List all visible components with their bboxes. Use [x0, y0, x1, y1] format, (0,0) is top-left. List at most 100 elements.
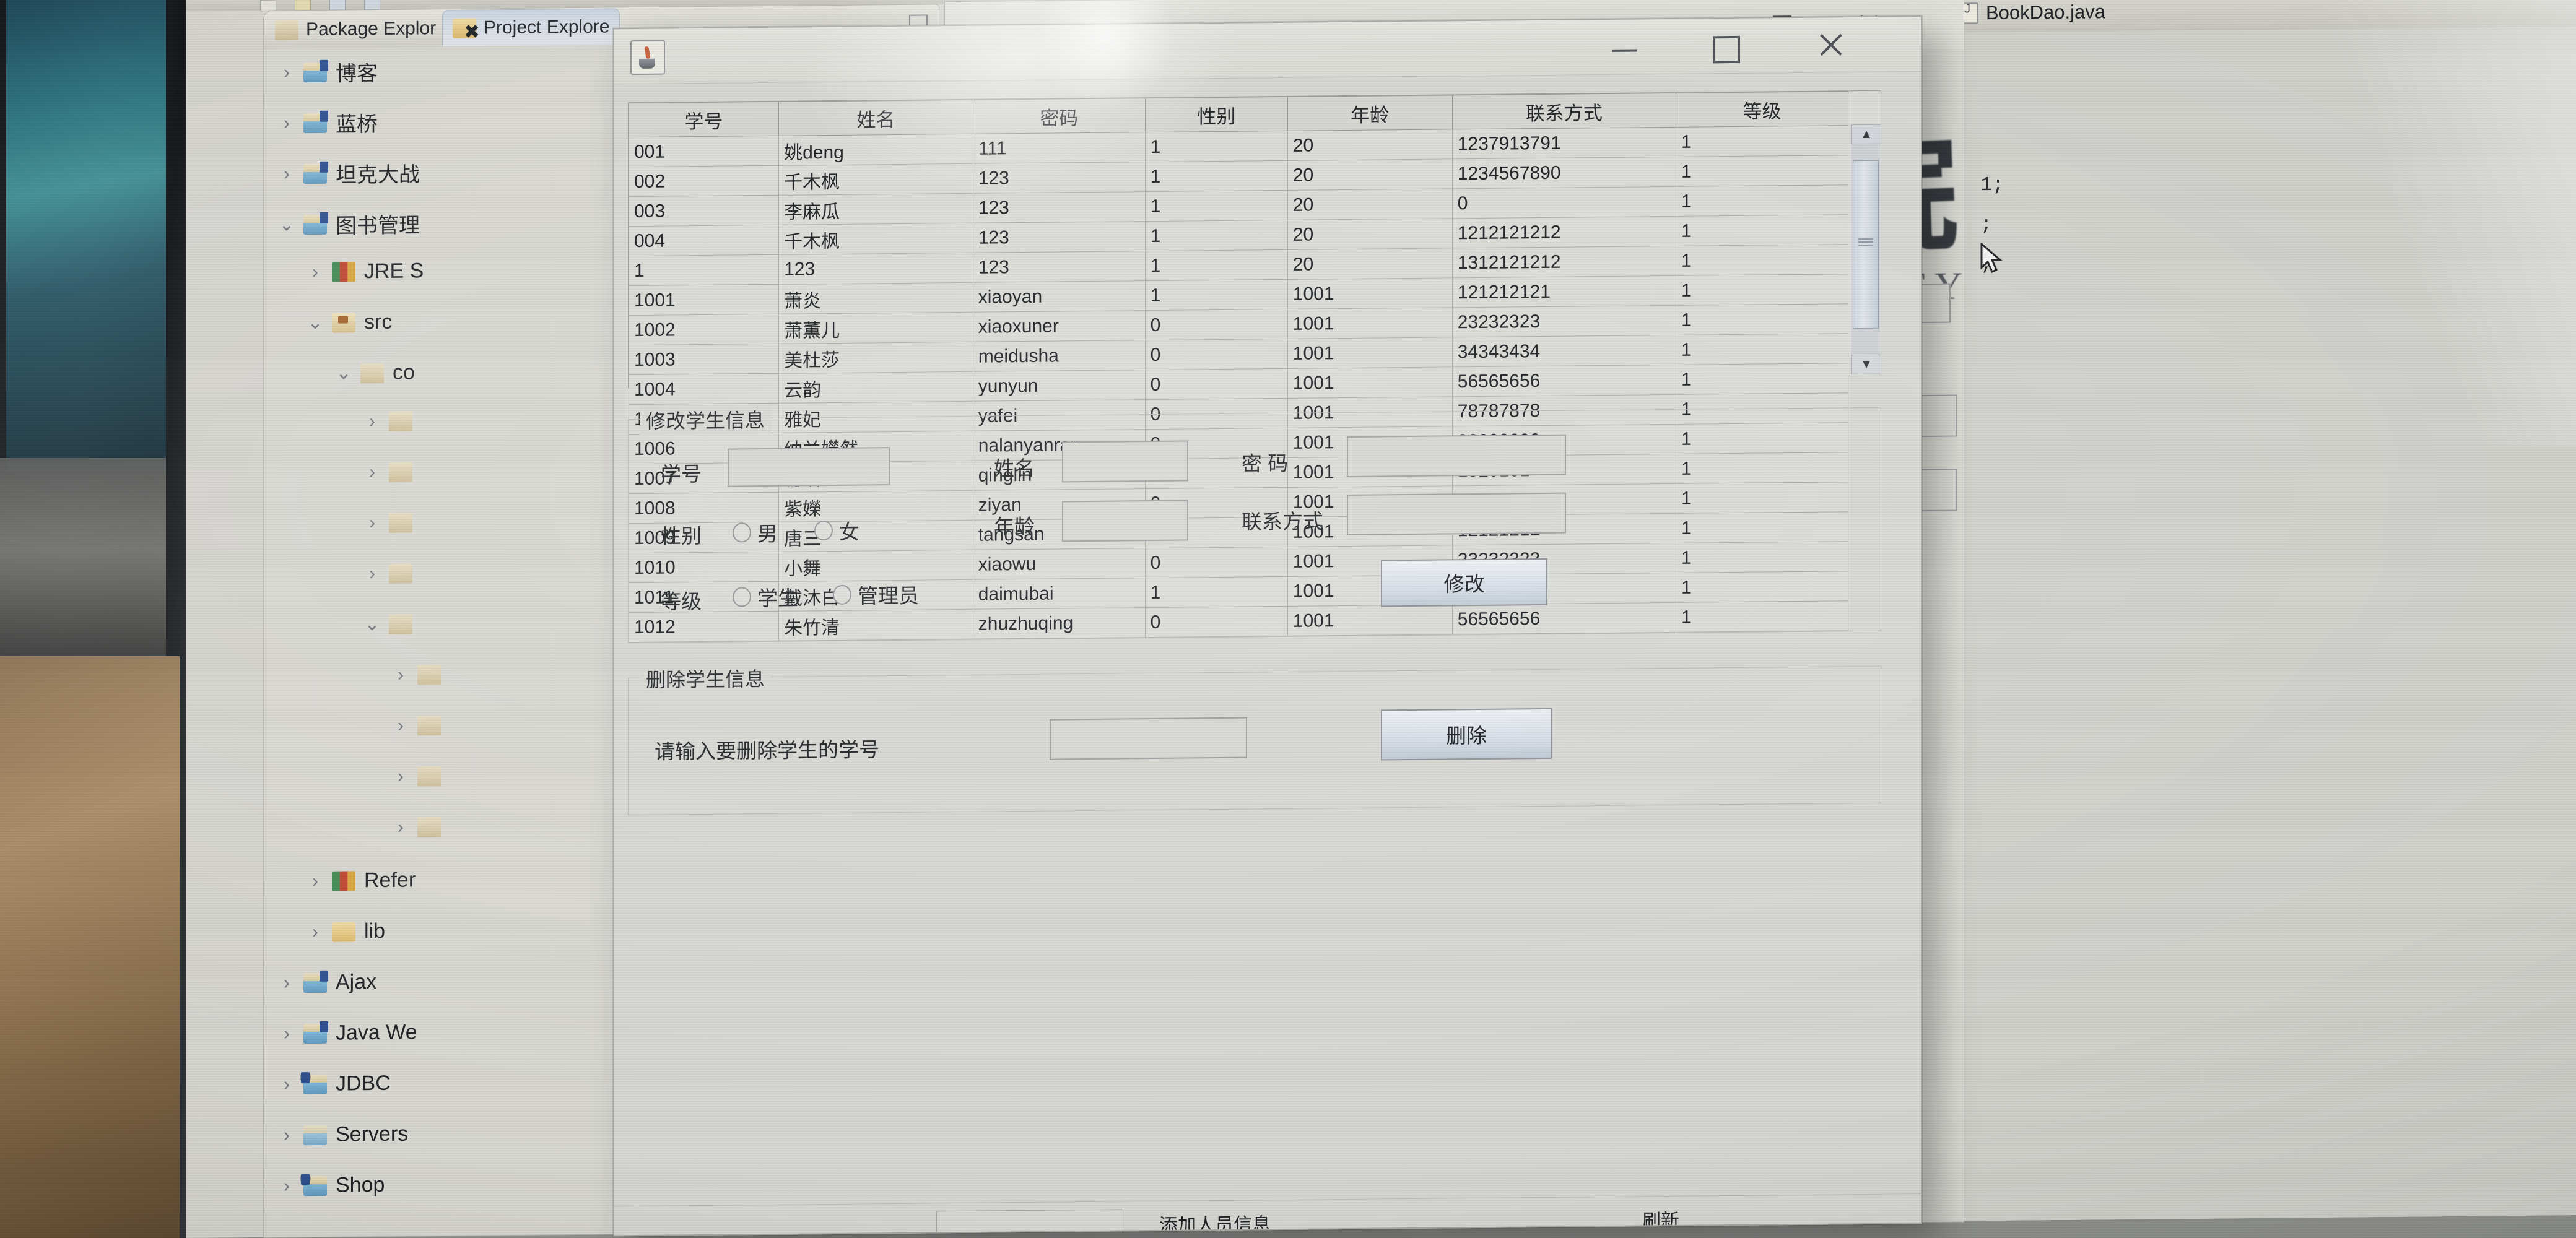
- tree-item--[interactable]: ⌄ 图书管理: [279, 208, 420, 240]
- tree-item-jre-s[interactable]: › JRE S: [307, 259, 424, 284]
- add-student-input[interactable]: [936, 1209, 1123, 1236]
- chevron-icon[interactable]: ›: [279, 163, 295, 184]
- table-cell: 1004: [629, 373, 779, 405]
- table-header-4[interactable]: 年龄: [1287, 95, 1453, 131]
- chevron-icon[interactable]: ›: [307, 870, 323, 891]
- tree-item-node[interactable]: ›: [393, 665, 450, 685]
- chevron-icon[interactable]: ⌄: [279, 214, 295, 235]
- tree-item-refer[interactable]: › Refer: [307, 868, 416, 893]
- student-management-dialog[interactable]: 学号 姓名 密码 性别 年龄 联系方式 等级 001 姚deng 111 1 20 123791379…: [613, 15, 1922, 1237]
- chevron-icon[interactable]: ›: [307, 921, 323, 941]
- chevron-icon[interactable]: ›: [279, 1023, 295, 1044]
- chevron-icon[interactable]: ›: [364, 411, 380, 431]
- table-vertical-scrollbar[interactable]: ▲ ▼: [1851, 124, 1881, 375]
- chevron-icon[interactable]: ›: [393, 766, 409, 787]
- student-contact-label: 联系方式: [1242, 509, 1323, 534]
- toolbar-debug-icon[interactable]: [329, 0, 346, 11]
- edit-student-group: 修改学生信息 学号 姓名 密 码 性别 男 女 年龄 联系方式 等级 学生 管理…: [628, 404, 1881, 644]
- scrollbar-thumb[interactable]: [1853, 160, 1879, 329]
- toolbar-new-icon[interactable]: [260, 0, 276, 11]
- tree-item--[interactable]: › 坦克大战: [279, 157, 420, 189]
- table-cell: 千木枫: [778, 163, 973, 196]
- view-tab-package-explorer[interactable]: Package Explor: [265, 10, 446, 49]
- gender-radio-female[interactable]: 女: [814, 516, 859, 546]
- chevron-icon[interactable]: ⌄: [364, 614, 380, 634]
- tree-item--[interactable]: › 博客: [279, 56, 378, 88]
- radio-icon: [733, 522, 751, 543]
- tree-item-lib[interactable]: › lib: [307, 919, 385, 944]
- tree-item-node[interactable]: ›: [364, 462, 421, 482]
- node-icon: [417, 817, 441, 838]
- table-cell: 20: [1287, 218, 1453, 250]
- tree-item-java-we[interactable]: › Java We: [279, 1020, 417, 1045]
- toolbar-run-icon[interactable]: [364, 0, 380, 11]
- level-radio-admin[interactable]: 管理员: [833, 579, 919, 610]
- table-cell: 萧薫儿: [778, 312, 973, 344]
- package-icon: [360, 363, 384, 383]
- tree-item-node[interactable]: ›: [393, 716, 450, 736]
- gender-radio-male[interactable]: 男: [733, 517, 778, 548]
- refresh-button[interactable]: 刷新: [1642, 1205, 1679, 1233]
- student-table-container[interactable]: 学号 姓名 密码 性别 年龄 联系方式 等级 001 姚deng 111 1 20 123791379…: [628, 90, 1881, 643]
- chevron-icon[interactable]: ›: [279, 1074, 295, 1094]
- chevron-icon[interactable]: ›: [364, 462, 380, 482]
- tree-item-servers[interactable]: › Servers: [279, 1122, 408, 1148]
- delete-student-id-input[interactable]: [1050, 717, 1247, 760]
- modify-button[interactable]: 修改: [1381, 558, 1547, 607]
- dialog-close-button[interactable]: [1809, 31, 1853, 59]
- code-editor[interactable]: 1;;;: [1963, 26, 2576, 1221]
- scroll-up-icon[interactable]: ▲: [1852, 124, 1881, 145]
- level-radio-student[interactable]: 学生: [733, 582, 798, 612]
- student-password-input[interactable]: [1347, 434, 1566, 478]
- dialog-titlebar[interactable]: [614, 17, 1921, 85]
- chevron-icon[interactable]: ›: [279, 1175, 295, 1196]
- editor-tab-bookdao-java[interactable]: BookDao.java: [1949, 0, 2117, 32]
- tree-item-node[interactable]: ›: [393, 817, 450, 838]
- tree-item-src[interactable]: ⌄ src: [307, 310, 392, 335]
- tree-item-co[interactable]: ⌄ co: [336, 360, 415, 385]
- toolbar-save-icon[interactable]: [295, 0, 311, 11]
- tree-item--[interactable]: › 蓝桥: [279, 107, 378, 139]
- dialog-minimize-button[interactable]: [1605, 33, 1648, 61]
- table-header-1[interactable]: 姓名: [778, 100, 973, 136]
- tree-item-ajax[interactable]: › Ajax: [279, 970, 376, 995]
- table-cell: 云韵: [778, 371, 973, 404]
- chevron-icon[interactable]: ›: [279, 972, 295, 993]
- chevron-icon[interactable]: ›: [393, 817, 409, 838]
- tree-item-shop[interactable]: › Shop: [279, 1173, 385, 1198]
- student-id-input[interactable]: [728, 447, 890, 487]
- chevron-icon[interactable]: ⌄: [307, 312, 323, 332]
- chevron-icon[interactable]: ›: [307, 261, 323, 282]
- table-cell: 1: [1145, 131, 1288, 162]
- chevron-icon[interactable]: ›: [279, 113, 295, 133]
- java-coffee-cup-icon: [630, 40, 665, 76]
- tree-item-node[interactable]: ›: [364, 411, 421, 431]
- tree-item-node[interactable]: ⌄: [364, 614, 421, 634]
- chevron-icon[interactable]: ⌄: [336, 363, 352, 383]
- delete-button[interactable]: 删除: [1381, 708, 1552, 761]
- chevron-icon[interactable]: ›: [364, 563, 380, 584]
- student-age-input[interactable]: [1062, 500, 1188, 542]
- chevron-icon[interactable]: ›: [393, 716, 409, 736]
- table-header-0[interactable]: 学号: [629, 102, 779, 137]
- view-tab-project-explorer[interactable]: Project Explore ✖: [442, 8, 620, 47]
- tree-item-jdbc[interactable]: › JDBC: [279, 1071, 391, 1097]
- chevron-icon[interactable]: ›: [279, 1125, 295, 1145]
- scroll-down-icon[interactable]: ▼: [1852, 354, 1881, 375]
- close-icon[interactable]: ✖: [453, 14, 491, 50]
- table-header-3[interactable]: 性别: [1145, 97, 1288, 132]
- tree-item-node[interactable]: ›: [393, 766, 450, 787]
- chevron-icon[interactable]: ›: [393, 665, 409, 685]
- view-tab-label: Package Explor: [306, 18, 437, 40]
- table-header-2[interactable]: 密码: [973, 98, 1146, 134]
- table-header-5[interactable]: 联系方式: [1452, 93, 1676, 129]
- student-name-input[interactable]: [1062, 440, 1188, 483]
- table-header-6[interactable]: 等级: [1676, 91, 1848, 128]
- tree-item-node[interactable]: ›: [364, 513, 421, 533]
- chevron-icon[interactable]: ›: [279, 62, 295, 82]
- student-contact-input[interactable]: [1347, 492, 1566, 536]
- table-cell: 56565656: [1452, 365, 1676, 397]
- dialog-maximize-button[interactable]: [1704, 32, 1747, 64]
- chevron-icon[interactable]: ›: [364, 513, 380, 533]
- tree-item-node[interactable]: ›: [364, 563, 421, 584]
